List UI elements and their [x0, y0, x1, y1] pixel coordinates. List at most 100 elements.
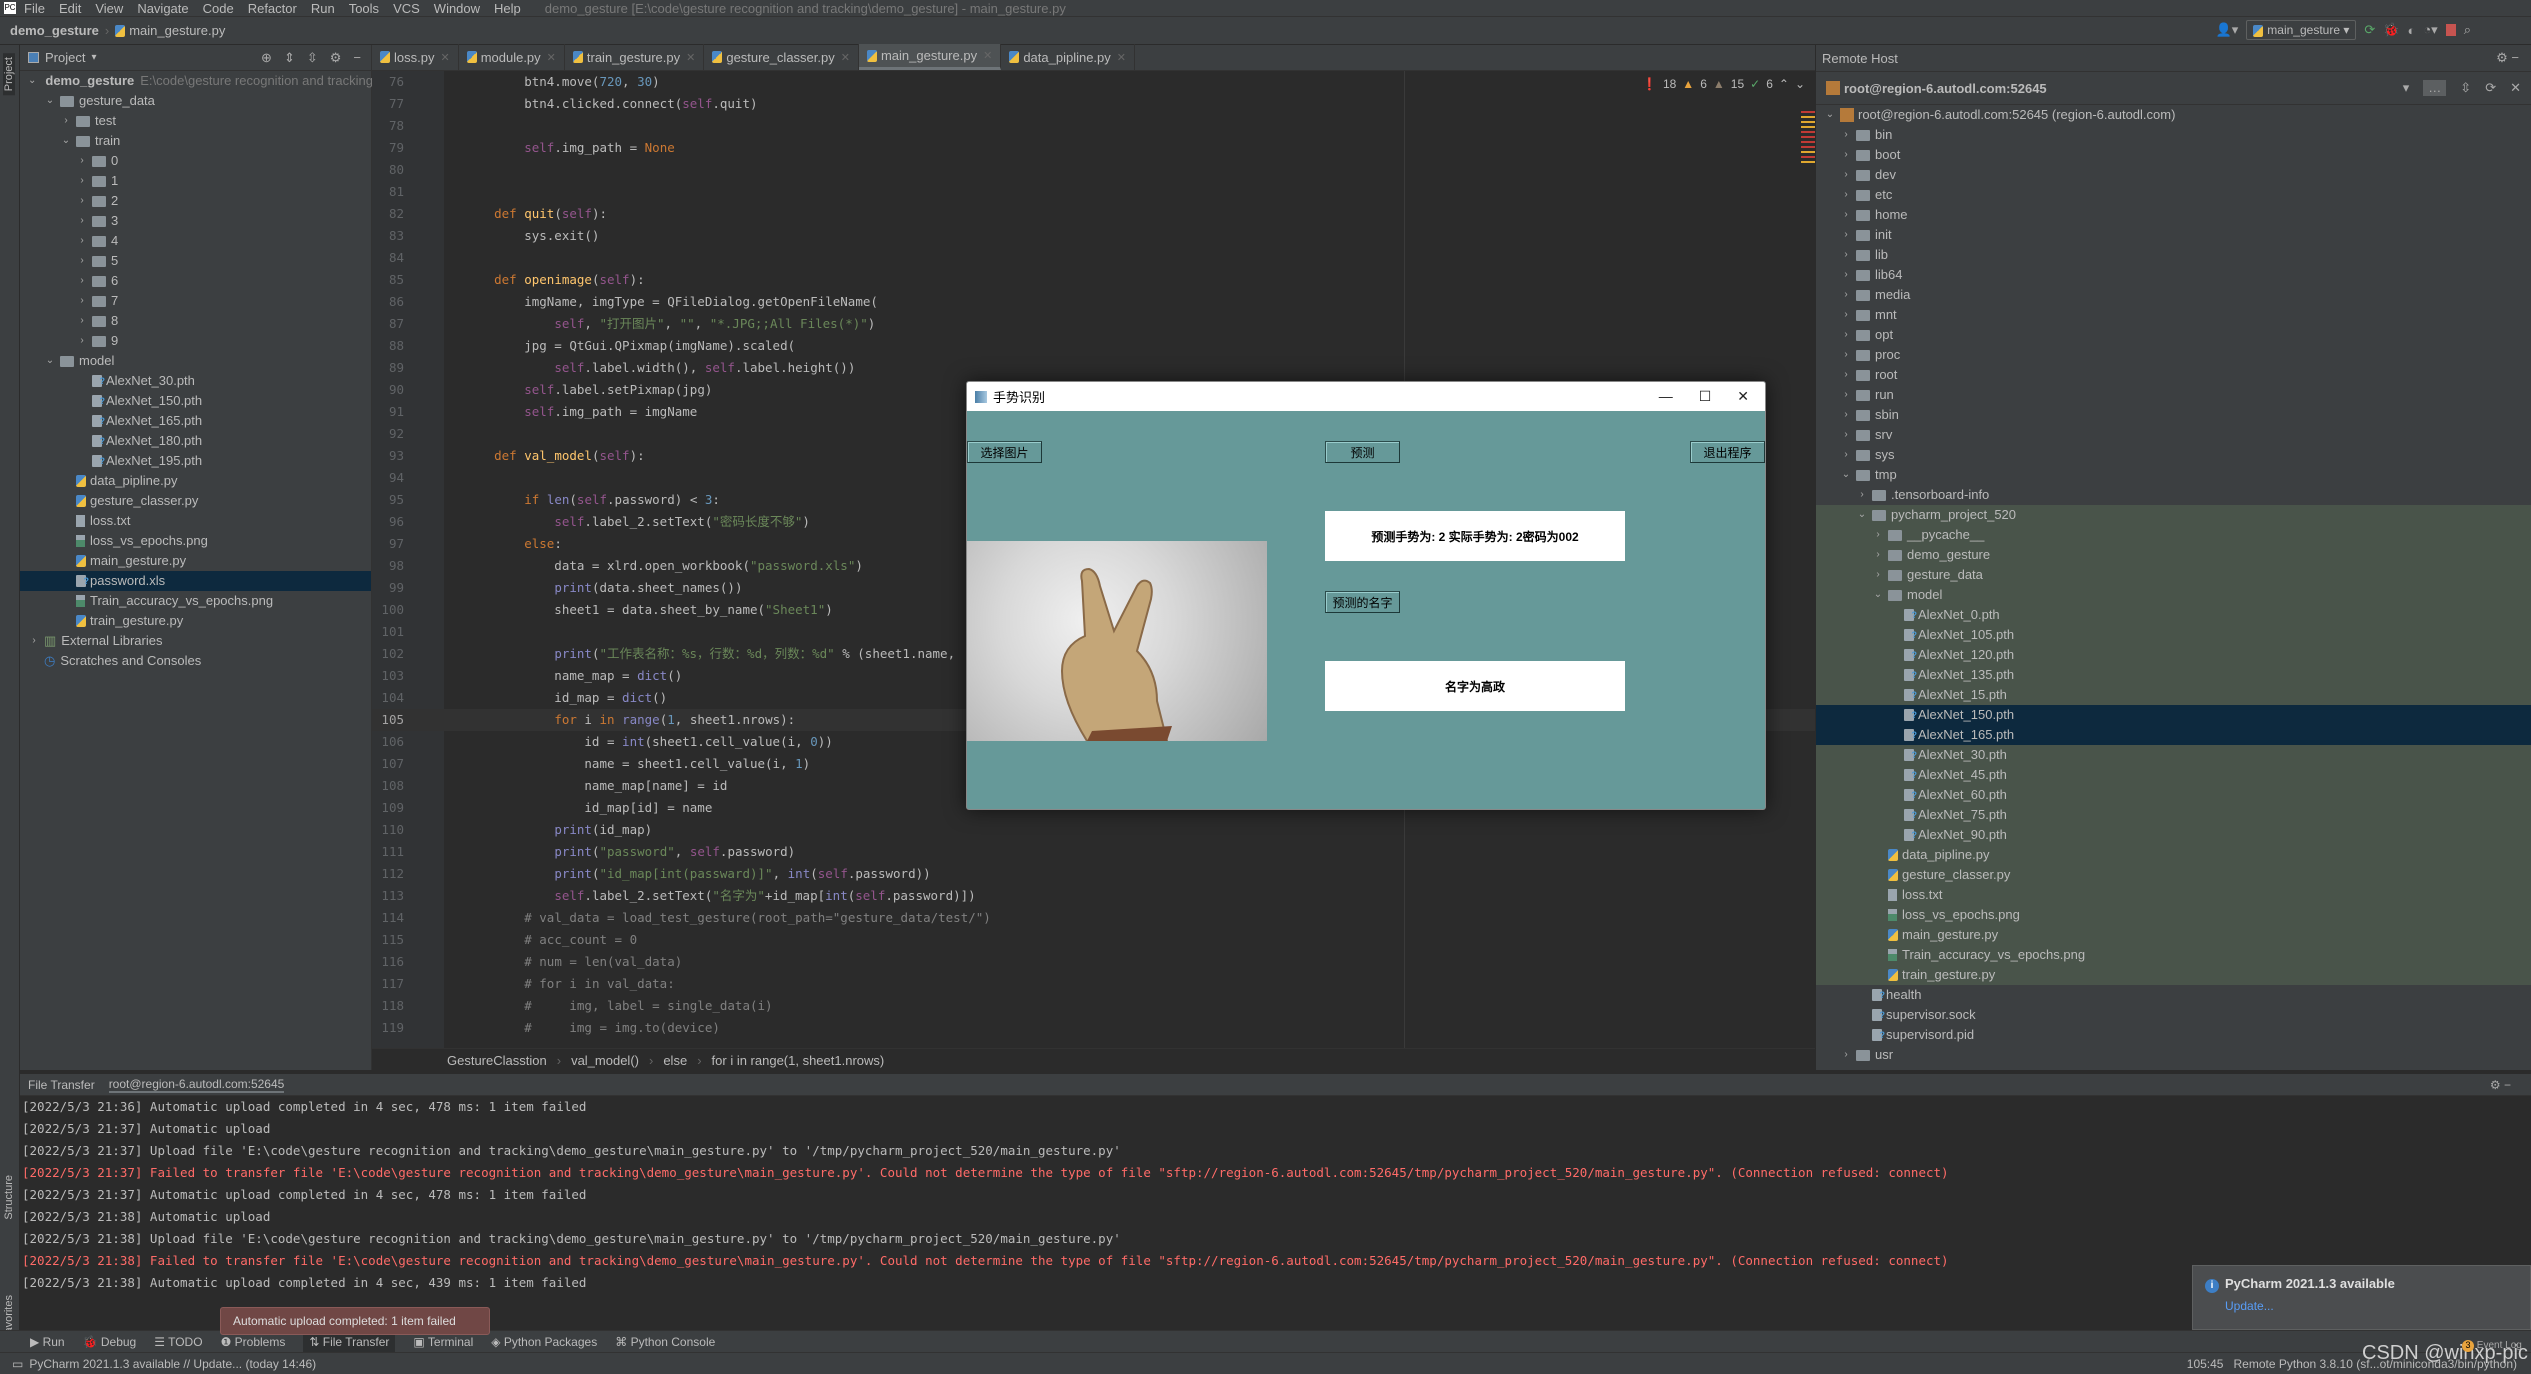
menu-window[interactable]: Window [434, 1, 480, 16]
project-tree-item[interactable]: › 2 [20, 191, 371, 211]
close-tab-icon[interactable]: ✕ [1117, 51, 1126, 64]
menu-run[interactable]: Run [311, 1, 335, 16]
chevron-right-icon[interactable]: › [1840, 285, 1852, 305]
chevron-right-icon[interactable]: › [1840, 325, 1852, 345]
previous-highlight-icon[interactable]: ⌃ [1779, 77, 1789, 91]
chevron-right-icon[interactable]: › [76, 231, 88, 251]
breadcrumb-item[interactable]: for i in range(1, sheet1.nrows) [712, 1053, 885, 1068]
toolwindow-todo[interactable]: ☰ TODO [154, 1335, 202, 1349]
remote-tree-item[interactable]: Train_accuracy_vs_epochs.png [1816, 945, 2531, 965]
breadcrumb-item[interactable]: else [663, 1053, 687, 1068]
toolwindow-terminal[interactable]: ▣ Terminal [413, 1335, 473, 1349]
project-tree-item[interactable]: loss_vs_epochs.png [20, 531, 371, 551]
close-tab-icon[interactable]: ✕ [983, 49, 992, 62]
coverage-icon[interactable]: ◐ [2407, 23, 2415, 38]
chevron-down-icon[interactable]: ⌄ [28, 71, 36, 91]
tab-gesture-classer-py[interactable]: gesture_classer.py ✕ [704, 44, 859, 70]
chevron-right-icon[interactable]: › [76, 191, 88, 211]
nav-project[interactable]: demo_gesture [10, 23, 99, 38]
chevron-right-icon[interactable]: › [1840, 365, 1852, 385]
menu-edit[interactable]: Edit [59, 1, 81, 16]
stop-icon[interactable] [2445, 24, 2456, 36]
remote-tree-item[interactable]: › etc [1816, 185, 2531, 205]
hide-icon[interactable]: − [353, 50, 361, 66]
close-tab-icon[interactable]: ✕ [841, 51, 850, 64]
remote-tree-item[interactable]: AlexNet_30.pth [1816, 745, 2531, 765]
scratches-and-consoles[interactable]: ◷ Scratches and Consoles [20, 651, 371, 671]
chevron-right-icon[interactable]: › [1840, 145, 1852, 165]
external-libraries[interactable]: › ▥ External Libraries [20, 631, 371, 651]
chevron-down-icon[interactable]: ⌄ [44, 351, 56, 371]
chevron-right-icon[interactable]: › [1840, 305, 1852, 325]
tab-data-pipline-py[interactable]: data_pipline.py ✕ [1001, 44, 1135, 70]
expand-all-icon[interactable]: ⇕ [284, 50, 295, 66]
upload-failed-balloon[interactable]: Automatic upload completed: 1 item faile… [220, 1307, 490, 1335]
remote-tree-item[interactable]: AlexNet_45.pth [1816, 765, 2531, 785]
chevron-right-icon[interactable]: › [1872, 545, 1884, 565]
chevron-right-icon[interactable]: › [60, 111, 72, 131]
chevron-down-icon[interactable]: ⌄ [1872, 585, 1884, 605]
remote-tree-item[interactable]: › demo_gesture [1816, 545, 2531, 565]
project-tree-item[interactable]: › 1 [20, 171, 371, 191]
remote-tree-item[interactable]: supervisor.sock [1816, 1005, 2531, 1025]
menu-code[interactable]: Code [203, 1, 234, 16]
debug-icon[interactable]: 🐞 [2383, 22, 2399, 38]
status-message[interactable]: PyCharm 2021.1.3 available // Update... … [29, 1357, 316, 1371]
file-transfer-log[interactable]: [2022/5/3 21:36] Automatic upload comple… [20, 1096, 2531, 1302]
layout-icon[interactable]: ▭ [12, 1357, 23, 1371]
project-tree-item[interactable]: › 5 [20, 251, 371, 271]
project-tree-item[interactable]: › test [20, 111, 371, 131]
browse-button[interactable]: … [2423, 80, 2447, 96]
remote-tree-item[interactable]: AlexNet_165.pth [1816, 725, 2531, 745]
remote-tree-item[interactable]: › media [1816, 285, 2531, 305]
gear-icon[interactable]: ⚙ [330, 50, 342, 66]
collapse-icon[interactable]: ⇳ [2460, 80, 2471, 96]
chevron-right-icon[interactable]: › [1872, 565, 1884, 585]
project-tree-item[interactable]: train_gesture.py [20, 611, 371, 631]
project-tree-item[interactable]: › 3 [20, 211, 371, 231]
remote-tree-item[interactable]: › root [1816, 365, 2531, 385]
error-stripe[interactable] [1801, 111, 1815, 166]
structure-tool-button[interactable]: Structure [3, 1175, 15, 1220]
chevron-right-icon[interactable]: › [1840, 205, 1852, 225]
close-tab-icon[interactable]: ✕ [547, 51, 556, 64]
remote-tree-item[interactable]: AlexNet_75.pth [1816, 805, 2531, 825]
toolwindow-python-console[interactable]: ⌘ Python Console [615, 1335, 715, 1349]
project-tree-item[interactable]: ⌄ gesture_data [20, 91, 371, 111]
project-tree-item[interactable]: ⌄ model [20, 351, 371, 371]
profile-icon[interactable]: ◔▾ [2423, 22, 2437, 38]
remote-tree-item[interactable]: health [1816, 985, 2531, 1005]
menu-view[interactable]: View [95, 1, 123, 16]
breadcrumb-item[interactable]: val_model() [571, 1053, 639, 1068]
project-tree-item[interactable]: › 4 [20, 231, 371, 251]
remote-tree-item[interactable]: › opt [1816, 325, 2531, 345]
refresh-icon[interactable]: ⟳ [2485, 80, 2496, 96]
remote-tree-item[interactable]: data_pipline.py [1816, 845, 2531, 865]
caret-position[interactable]: 105:45 [2187, 1357, 2224, 1371]
event-log-button[interactable]: 3 Event Log [2462, 1340, 2522, 1352]
minimize-icon[interactable]: — [1659, 388, 1673, 405]
remote-tree-item[interactable]: ⌄ tmp [1816, 465, 2531, 485]
chevron-down-icon[interactable]: ⌄ [1824, 105, 1836, 125]
remote-tree-item[interactable]: ⌄ pycharm_project_520 [1816, 505, 2531, 525]
tab-module-py[interactable]: module.py ✕ [459, 44, 565, 70]
chevron-right-icon[interactable]: › [76, 171, 88, 191]
user-icon[interactable]: 👤▾ [2216, 22, 2239, 38]
chevron-right-icon[interactable]: › [28, 631, 40, 651]
run-config-select[interactable]: main_gesture ▾ [2246, 20, 2357, 40]
chevron-down-icon[interactable]: ▾ [91, 52, 96, 63]
remote-tree-item[interactable]: train_gesture.py [1816, 965, 2531, 985]
remote-root[interactable]: ⌄ root@region-6.autodl.com:52645 (region… [1816, 105, 2531, 125]
remote-tree-item[interactable]: › run [1816, 385, 2531, 405]
remote-tree-item[interactable]: › sbin [1816, 405, 2531, 425]
chevron-down-icon[interactable]: ⌄ [1840, 465, 1852, 485]
remote-tree-item[interactable]: › mnt [1816, 305, 2531, 325]
chevron-right-icon[interactable]: › [1840, 345, 1852, 365]
chevron-right-icon[interactable]: › [76, 291, 88, 311]
remote-tree-item[interactable]: › lib [1816, 245, 2531, 265]
project-tree-item[interactable]: Train_accuracy_vs_epochs.png [20, 591, 371, 611]
chevron-right-icon[interactable]: › [1840, 225, 1852, 245]
remote-tree-item[interactable]: › sys [1816, 445, 2531, 465]
select-image-button[interactable]: 选择图片 [967, 441, 1042, 463]
remote-tree-item[interactable]: ⌄ model [1816, 585, 2531, 605]
